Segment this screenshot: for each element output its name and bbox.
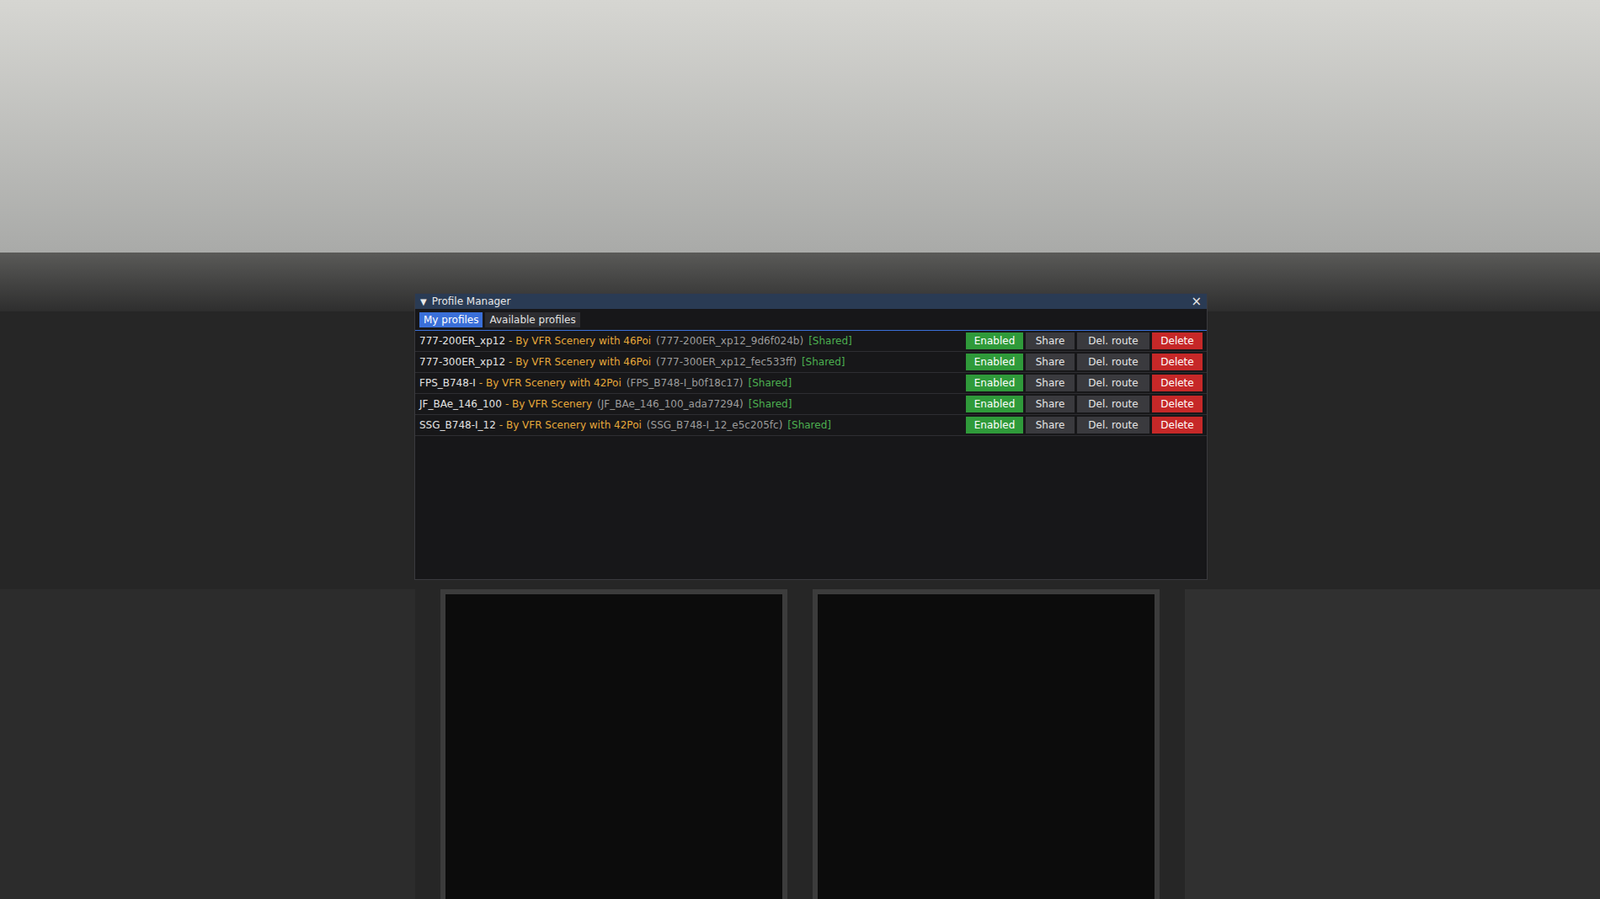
- profile-row: 777-300ER_xp12 - By VFR Scenery with 46P…: [415, 352, 1207, 374]
- row-buttons: Enabled ShareDel. routeDelete: [965, 374, 1203, 392]
- action-button[interactable]: Share: [1025, 416, 1075, 434]
- pfd-display: [440, 589, 788, 899]
- row-buttons: Enabled ShareDel. routeDelete: [965, 332, 1203, 350]
- profile-row: JF_BAe_146_100 - By VFR Scenery (JF_BAe_…: [415, 394, 1207, 416]
- profile-name: JF_BAe_146_100: [419, 398, 502, 411]
- profile-name: SSG_B748-I_12: [419, 419, 496, 432]
- action-button[interactable]: Delete: [1152, 416, 1203, 434]
- close-icon[interactable]: ×: [1190, 295, 1202, 309]
- row-buttons: Enabled ShareDel. routeDelete: [965, 416, 1203, 434]
- title-bar[interactable]: ▼ Profile Manager ×: [415, 293, 1207, 310]
- profile-id: (777-200ER_xp12_9d6f024b): [656, 335, 804, 347]
- profile-info: JF_BAe_146_100 - By VFR Scenery (JF_BAe_…: [419, 398, 792, 411]
- profile-author: - By VFR Scenery with 46Poi: [508, 356, 651, 368]
- profile-info: SSG_B748-I_12 - By VFR Scenery with 42Po…: [419, 419, 832, 432]
- profile-id: (SSG_B748-I_12_e5c205fc): [646, 419, 784, 432]
- profile-manager-window[interactable]: ▼ Profile Manager × My profilesAvailable…: [414, 293, 1208, 581]
- action-button[interactable]: Del. route: [1077, 353, 1150, 371]
- action-button[interactable]: Delete: [1152, 395, 1203, 413]
- action-button[interactable]: Delete: [1152, 353, 1203, 371]
- profile-row: SSG_B748-I_12 - By VFR Scenery with 42Po…: [415, 415, 1207, 437]
- profile-author: - By VFR Scenery with 42Poi: [499, 419, 642, 432]
- profile-author: - By VFR Scenery: [505, 398, 592, 411]
- action-button[interactable]: Del. route: [1077, 332, 1150, 350]
- enabled-button[interactable]: Enabled: [965, 395, 1024, 413]
- side-panel: [1184, 589, 1600, 899]
- profile-row: 777-200ER_xp12 - By VFR Scenery with 46P…: [415, 330, 1207, 352]
- profile-id: (777-300ER_xp12_fec533ff): [656, 356, 797, 368]
- row-buttons: Enabled ShareDel. routeDelete: [965, 395, 1203, 413]
- tab-bar: My profilesAvailable profiles: [415, 309, 1207, 331]
- side-panel: [0, 589, 416, 899]
- action-button[interactable]: Share: [1025, 353, 1075, 371]
- profile-info: FPS_B748-I - By VFR Scenery with 42Poi (…: [419, 377, 792, 390]
- sim-screen: ▼ Profile Manager × My profilesAvailable…: [0, 0, 1600, 899]
- profile-id: (FPS_B748-I_b0f18c17): [626, 377, 744, 390]
- profile-name: 777-200ER_xp12: [419, 335, 506, 347]
- shared-tag: [Shared]: [748, 398, 793, 411]
- shared-tag: [Shared]: [801, 356, 846, 368]
- enabled-button[interactable]: Enabled: [965, 416, 1024, 434]
- enabled-button[interactable]: Enabled: [965, 332, 1024, 350]
- nd-display: [812, 589, 1160, 899]
- window-title: Profile Manager: [432, 295, 1187, 308]
- row-buttons: Enabled ShareDel. routeDelete: [965, 353, 1203, 371]
- action-button[interactable]: Del. route: [1077, 374, 1150, 392]
- enabled-button[interactable]: Enabled: [965, 374, 1024, 392]
- apron-view: [0, 0, 1600, 253]
- profile-id: (JF_BAe_146_100_ada77294): [597, 398, 744, 411]
- action-button[interactable]: Share: [1025, 332, 1075, 350]
- tab[interactable]: Available profiles: [485, 312, 580, 328]
- profile-author: - By VFR Scenery with 42Poi: [479, 377, 622, 390]
- tab[interactable]: My profiles: [419, 312, 483, 328]
- action-button[interactable]: Del. route: [1077, 416, 1150, 434]
- action-button[interactable]: Del. route: [1077, 395, 1150, 413]
- profile-author: - By VFR Scenery with 46Poi: [508, 335, 651, 347]
- shared-tag: [Shared]: [748, 377, 793, 390]
- profile-info: 777-300ER_xp12 - By VFR Scenery with 46P…: [419, 356, 845, 368]
- shared-tag: [Shared]: [808, 335, 853, 347]
- action-button[interactable]: Delete: [1152, 374, 1203, 392]
- shared-tag: [Shared]: [787, 419, 832, 432]
- enabled-button[interactable]: Enabled: [965, 353, 1024, 371]
- action-button[interactable]: Share: [1025, 374, 1075, 392]
- profile-info: 777-200ER_xp12 - By VFR Scenery with 46P…: [419, 335, 853, 347]
- collapse-icon[interactable]: ▼: [420, 297, 427, 307]
- profile-name: 777-300ER_xp12: [419, 356, 506, 368]
- profile-name: FPS_B748-I: [419, 377, 476, 390]
- action-button[interactable]: Delete: [1152, 332, 1203, 350]
- profile-row: FPS_B748-I - By VFR Scenery with 42Poi (…: [415, 373, 1207, 395]
- profile-list: 777-200ER_xp12 - By VFR Scenery with 46P…: [415, 330, 1207, 437]
- action-button[interactable]: Share: [1025, 395, 1075, 413]
